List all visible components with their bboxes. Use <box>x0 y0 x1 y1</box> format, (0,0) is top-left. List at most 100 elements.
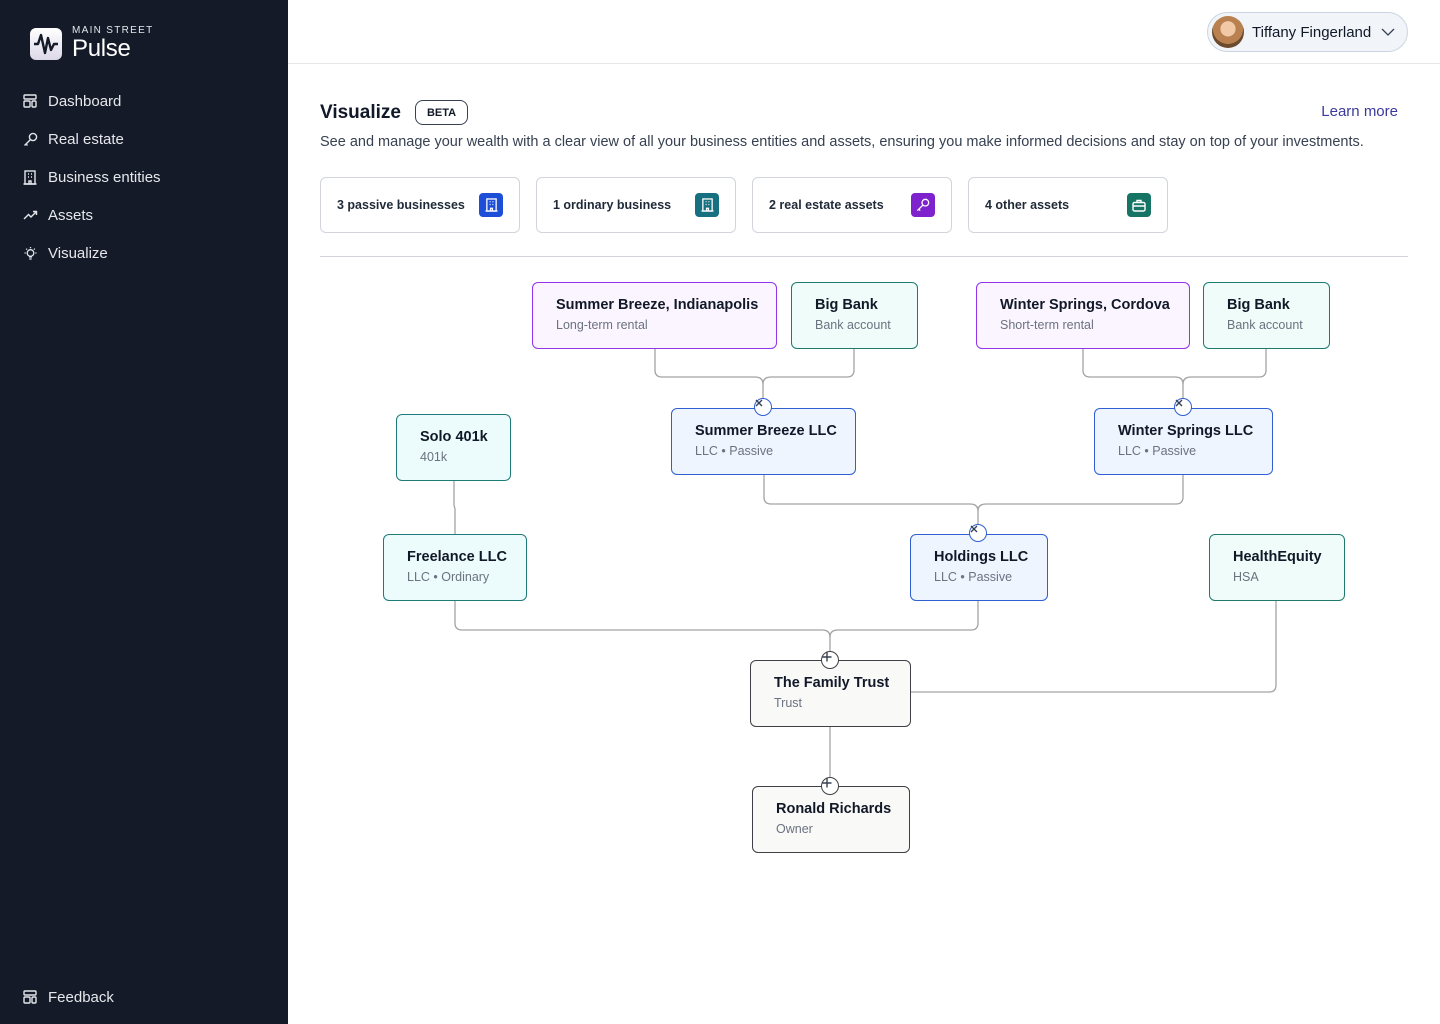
node-subtitle: LLC • Passive <box>695 444 774 458</box>
dashboard-icon <box>22 93 38 109</box>
top-bar: Tiffany Fingerland <box>288 0 1440 64</box>
node-freelance-llc[interactable]: Freelance LLC LLC • Ordinary <box>383 534 527 601</box>
close-icon <box>755 399 763 407</box>
close-icon <box>970 525 978 533</box>
summary-cards: 3 passive businesses 1 ordinary business… <box>320 177 1168 233</box>
node-subtitle: LLC • Passive <box>934 570 1013 584</box>
stat-label: 4 other assets <box>985 198 1070 212</box>
node-title: Summer Breeze, Indianapolis <box>556 297 759 313</box>
node-title: The Family Trust <box>774 675 890 691</box>
connector-line <box>654 349 764 398</box>
node-subtitle: Bank account <box>1227 318 1303 332</box>
node-big-bank-1[interactable]: Big Bank Bank account <box>791 282 918 349</box>
node-subtitle: Trust <box>774 696 803 710</box>
sidebar-item-assets[interactable]: Assets <box>22 196 161 234</box>
node-ronald-richards[interactable]: Ronald Richards Owner <box>752 786 910 853</box>
sidebar-item-visualize[interactable]: Visualize <box>22 234 161 272</box>
trending-up-icon <box>22 207 38 223</box>
stat-card-real-estate-assets[interactable]: 2 real estate assets <box>752 177 952 233</box>
node-summer-breeze-property[interactable]: Summer Breeze, Indianapolis Long-term re… <box>532 282 777 349</box>
node-subtitle: Long-term rental <box>556 318 648 332</box>
beta-badge: BETA <box>414 100 469 125</box>
chevron-down-icon <box>1381 23 1395 41</box>
node-winter-springs-property[interactable]: Winter Springs, Cordova Short-term renta… <box>976 282 1190 349</box>
connector-line <box>763 475 979 524</box>
expand-button[interactable] <box>821 651 839 669</box>
brand-big: Pulse <box>72 35 131 62</box>
sidebar-item-label: Real estate <box>48 130 124 148</box>
node-title: Holdings LLC <box>934 549 1029 565</box>
connector-line <box>762 349 855 385</box>
collapse-button[interactable] <box>1174 398 1192 416</box>
node-title: HealthEquity <box>1233 549 1322 565</box>
stat-card-other-assets[interactable]: 4 other assets <box>968 177 1168 233</box>
node-subtitle: LLC • Ordinary <box>407 570 490 584</box>
brand-logo[interactable]: MAIN STREET Pulse <box>30 26 154 61</box>
sidebar-nav: Dashboard Real estate Business entities … <box>22 82 161 272</box>
building-icon <box>479 193 503 217</box>
feedback-icon <box>22 989 38 1005</box>
sidebar-item-feedback[interactable]: Feedback <box>22 978 114 1016</box>
node-subtitle: Owner <box>776 822 813 836</box>
pulse-logo-icon <box>30 27 62 60</box>
sidebar-item-dashboard[interactable]: Dashboard <box>22 82 161 120</box>
connector-line <box>829 601 979 638</box>
collapse-button[interactable] <box>969 524 987 542</box>
node-title: Solo 401k <box>420 429 488 445</box>
node-subtitle: Bank account <box>815 318 891 332</box>
node-title: Winter Springs, Cordova <box>1000 297 1170 313</box>
sidebar-item-label: Assets <box>48 206 94 224</box>
briefcase-icon <box>1127 193 1151 217</box>
user-menu-button[interactable]: Tiffany Fingerland <box>1207 12 1408 52</box>
section-divider <box>320 256 1408 257</box>
sidebar: MAIN STREET Pulse Dashboard Real estate … <box>0 0 288 1024</box>
collapse-button[interactable] <box>754 398 772 416</box>
page-title: Visualize <box>320 101 401 123</box>
user-name: Tiffany Fingerland <box>1252 23 1372 41</box>
node-holdings-llc[interactable]: Holdings LLC LLC • Passive <box>910 534 1048 601</box>
sidebar-item-label: Feedback <box>48 988 114 1006</box>
stat-label: 2 real estate assets <box>769 198 884 212</box>
plus-icon <box>822 778 832 788</box>
node-family-trust[interactable]: The Family Trust Trust <box>750 660 911 727</box>
lightbulb-icon <box>22 245 38 261</box>
node-subtitle: Short-term rental <box>1000 318 1094 332</box>
stat-card-passive-businesses[interactable]: 3 passive businesses <box>320 177 520 233</box>
learn-more-link[interactable]: Learn more <box>1321 103 1398 120</box>
node-title: Summer Breeze LLC <box>695 423 837 439</box>
avatar <box>1212 16 1244 48</box>
connector-line <box>454 601 831 651</box>
page-description: See and manage your wealth with a clear … <box>320 134 1364 150</box>
connector-line <box>911 601 1277 693</box>
node-title: Big Bank <box>1227 297 1290 313</box>
close-icon <box>1175 399 1183 407</box>
node-summer-breeze-llc[interactable]: Summer Breeze LLC LLC • Passive <box>671 408 856 475</box>
node-big-bank-2[interactable]: Big Bank Bank account <box>1203 282 1330 349</box>
connector-line <box>1082 349 1184 398</box>
building-icon <box>695 193 719 217</box>
sidebar-item-label: Dashboard <box>48 92 122 110</box>
connector-line <box>977 475 1184 512</box>
node-title: Winter Springs LLC <box>1118 423 1254 439</box>
connector-line <box>453 481 456 534</box>
node-title: Big Bank <box>815 297 878 313</box>
connector-line <box>1182 349 1267 385</box>
key-icon <box>22 131 38 147</box>
plus-icon <box>822 652 832 662</box>
building-icon <box>22 169 38 185</box>
stat-card-ordinary-business[interactable]: 1 ordinary business <box>536 177 736 233</box>
sidebar-item-label: Business entities <box>48 168 161 186</box>
node-solo-401k[interactable]: Solo 401k 401k <box>396 414 511 481</box>
stat-label: 3 passive businesses <box>337 198 465 212</box>
node-subtitle: HSA <box>1233 570 1259 584</box>
stat-label: 1 ordinary business <box>553 198 672 212</box>
node-winter-springs-llc[interactable]: Winter Springs LLC LLC • Passive <box>1094 408 1273 475</box>
sidebar-item-label: Visualize <box>48 244 108 262</box>
sidebar-item-business-entities[interactable]: Business entities <box>22 158 161 196</box>
expand-button[interactable] <box>821 777 839 795</box>
sidebar-item-real-estate[interactable]: Real estate <box>22 120 161 158</box>
node-subtitle: LLC • Passive <box>1118 444 1197 458</box>
node-title: Ronald Richards <box>776 801 892 817</box>
node-health-equity[interactable]: HealthEquity HSA <box>1209 534 1345 601</box>
node-subtitle: 401k <box>420 450 448 464</box>
